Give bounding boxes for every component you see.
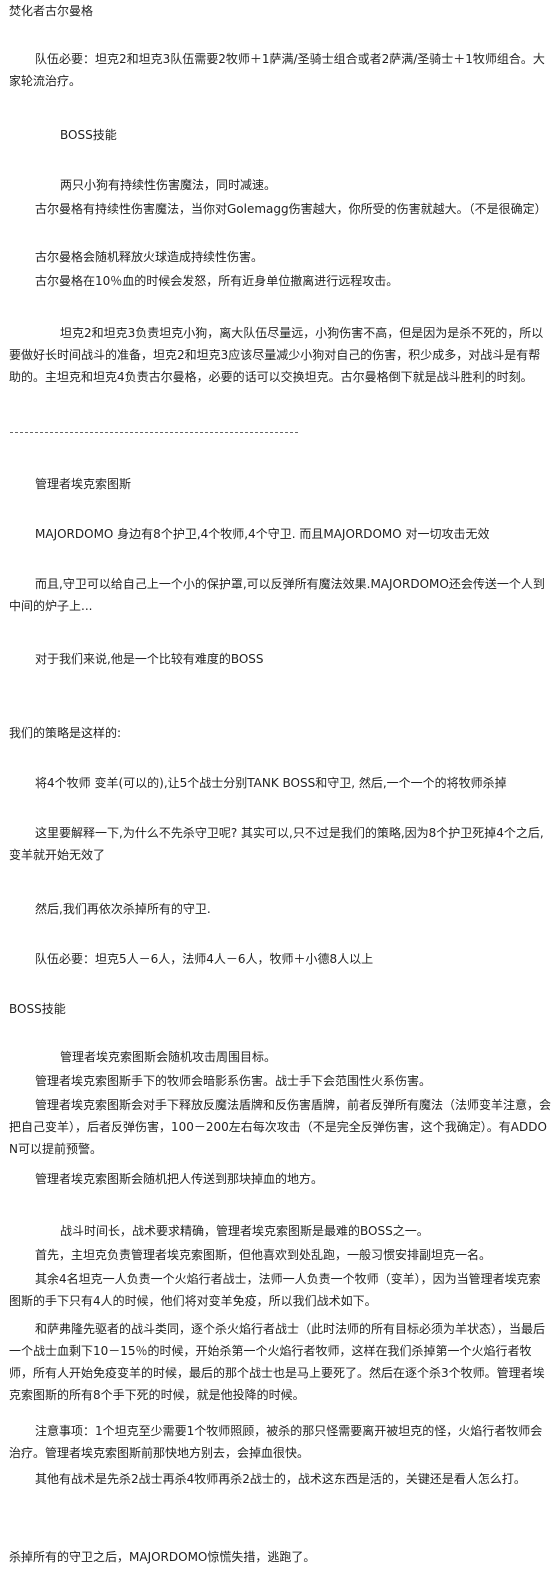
- page-title: 焚化者古尔曼格: [9, 4, 94, 18]
- majordomo-paragraph-6: 这里要解释一下,为什么不先杀守卫呢? 其实可以,只不过是我们的策略,因为8个护卫…: [9, 826, 544, 862]
- document: 焚化者古尔曼格 队伍必要：坦克2和坦克3队伍需要2牧师＋1萨满/圣骑士组合或者2…: [0, 0, 559, 1573]
- golemagg-skill-3: 古尔曼格会随机释放火球造成持续性伤害。: [35, 250, 264, 264]
- golemagg-skill-2: 古尔曼格有持续性伤害魔法，当你对Golemagg伤害越大，你所受的伤害就越大。（…: [35, 202, 547, 216]
- golemagg-strategy: 坦克2和坦克3负责坦克小狗，离大队伍尽量远，小狗伤害不高，但是因为是杀不死的，所…: [9, 326, 544, 384]
- majordomo-team-required: 队伍必要：坦克5人－6人，法师4人－6人，牧师＋小德8人以上: [35, 952, 374, 966]
- majordomo-tactic-3: 其余4名坦克一人负责一个火焰行者战士，法师一人负责一个牧师（变羊），因为当管理者…: [9, 1272, 541, 1308]
- majordomo-tactic-6: 其他有战术是先杀2战士再杀4牧师再杀2战士的，战术这东西是活的，关键还是看人怎么…: [35, 1472, 526, 1486]
- majordomo-skill-2: 管理者埃克索图斯手下的牧师会暗影系伤害。战士手下会范围性火系伤害。: [35, 1074, 432, 1088]
- majordomo-tactic-4: 和萨弗隆先驱者的战斗类同，逐个杀火焰行者战士（此时法师的所有目标必须为羊状态），…: [9, 1322, 546, 1402]
- section-divider: [10, 432, 298, 433]
- majordomo-title: 管理者埃克索图斯: [35, 477, 132, 491]
- majordomo-paragraph-5: 将4个牧师 变羊(可以的),让5个战士分别TANK BOSS和守卫, 然后,一个…: [35, 776, 507, 790]
- golemagg-skill-4: 古尔曼格在10％血的时候会发怒，所有近身单位撤离进行远程攻击。: [35, 274, 399, 288]
- majordomo-ending: 杀掉所有的守卫之后，MAJORDOMO惊慌失措，逃跑了。: [9, 1550, 316, 1564]
- majordomo-tactic-2: 首先，主坦克负责管理者埃克索图斯，但他喜欢到处乱跑，一般习惯安排副坦克一名。: [35, 1248, 492, 1262]
- majordomo-skill-4: 管理者埃克索图斯会随机把人传送到那块掉血的地方。: [35, 1172, 324, 1186]
- majordomo-tactic-5: 注意事项：1个坦克至少需要1个牧师照顾，被杀的那只怪需要离开被坦克的怪，火焰行者…: [9, 1424, 543, 1460]
- majordomo-boss-skills-heading: BOSS技能: [9, 1002, 66, 1016]
- golemagg-boss-skills-heading: BOSS技能: [60, 128, 117, 142]
- majordomo-paragraph-3: 对于我们来说,他是一个比较有难度的BOSS: [35, 652, 264, 666]
- majordomo-skill-3: 管理者埃克索图斯会对手下释放反魔法盾牌和反伤害盾牌，前者反弹所有魔法（法师变羊注…: [9, 1098, 552, 1156]
- golemagg-team-required: 队伍必要：坦克2和坦克3队伍需要2牧师＋1萨满/圣骑士组合或者2萨满/圣骑士＋1…: [9, 52, 545, 88]
- majordomo-tactic-1: 战斗时间长，战术要求精确，管理者埃克索图斯是最难的BOSS之一。: [60, 1224, 429, 1238]
- majordomo-paragraph-7: 然后,我们再依次杀掉所有的守卫.: [35, 902, 211, 916]
- majordomo-skill-1: 管理者埃克索图斯会随机攻击周围目标。: [60, 1050, 277, 1064]
- majordomo-paragraph-4: 我们的策略是这样的:: [9, 726, 122, 740]
- majordomo-paragraph-1: MAJORDOMO 身边有8个护卫,4个牧师,4个守卫. 而且MAJORDOMO…: [35, 527, 490, 541]
- majordomo-paragraph-2: 而且,守卫可以给自己上一个小的保护罩,可以反弹所有魔法效果.MAJORDOMO还…: [9, 577, 545, 613]
- golemagg-skill-1: 两只小狗有持续性伤害魔法，同时减速。: [60, 178, 277, 192]
